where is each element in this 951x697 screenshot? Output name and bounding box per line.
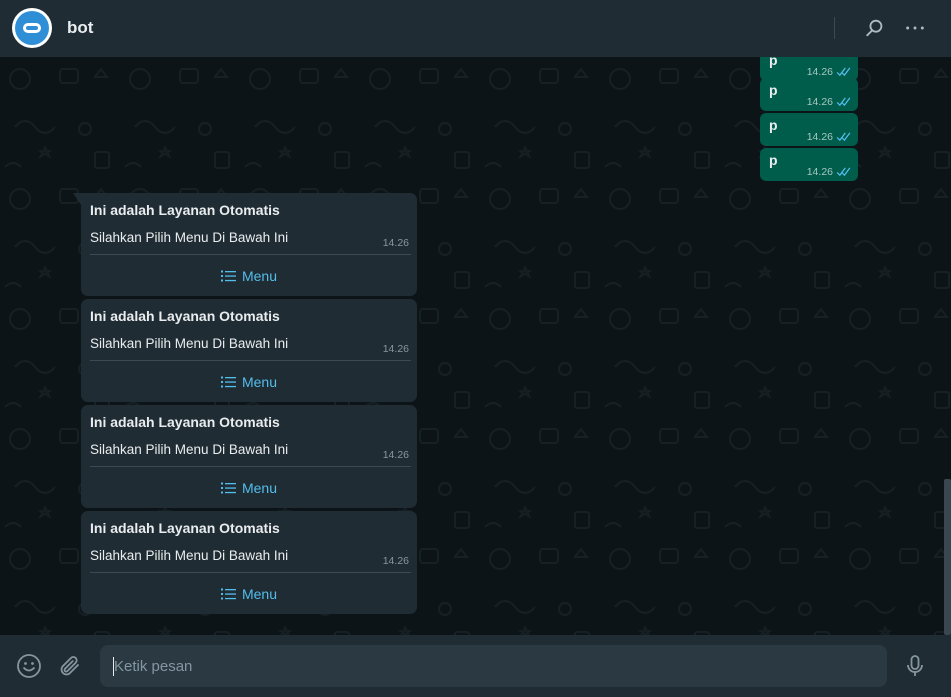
paperclip-icon <box>60 656 79 676</box>
scrollbar[interactable] <box>944 479 951 635</box>
list-icon <box>220 376 236 387</box>
message-time: 14.26 <box>806 66 833 78</box>
menu-list-button[interactable]: Menu <box>81 467 417 508</box>
message-time: 14.26 <box>382 343 409 355</box>
list-icon <box>220 482 236 493</box>
menu-label: Menu <box>241 373 278 390</box>
message-text: p <box>769 57 778 68</box>
menu-list-button[interactable]: Menu <box>81 361 417 402</box>
message-text: Silahkan Pilih Menu Di Bawah Ini <box>90 336 289 351</box>
menu-label: Menu <box>241 479 278 496</box>
chat-header: bot <box>0 0 951 57</box>
attach-button[interactable] <box>56 652 84 680</box>
search-button[interactable] <box>861 14 889 42</box>
read-double-check-icon <box>836 97 851 107</box>
message-time: 14.26 <box>806 131 833 143</box>
incoming-message[interactable]: Ini adalah Layanan Otomatis Silahkan Pil… <box>81 511 417 614</box>
avatar[interactable] <box>12 8 52 48</box>
incoming-message[interactable]: Ini adalah Layanan Otomatis Silahkan Pil… <box>81 299 417 402</box>
microphone-icon <box>907 655 923 676</box>
emoji-icon <box>17 654 41 678</box>
list-icon <box>220 588 236 599</box>
more-options-button[interactable] <box>901 14 929 42</box>
message-title: Ini adalah Layanan Otomatis <box>90 414 280 430</box>
menu-label: Menu <box>241 585 278 602</box>
message-text: Silahkan Pilih Menu Di Bawah Ini <box>90 548 289 563</box>
text-caret <box>113 657 114 676</box>
search-icon <box>866 19 883 37</box>
outgoing-message[interactable]: p 14.26 <box>760 78 858 111</box>
composer-bar <box>0 635 951 697</box>
message-time: 14.26 <box>806 166 833 178</box>
outgoing-message[interactable]: p 14.26 <box>760 113 858 146</box>
message-time: 14.26 <box>382 237 409 249</box>
emoji-button[interactable] <box>15 652 43 680</box>
menu-label: Menu <box>241 267 278 284</box>
message-text: Silahkan Pilih Menu Di Bawah Ini <box>90 230 289 245</box>
message-title: Ini adalah Layanan Otomatis <box>90 202 280 218</box>
bubble-tail <box>73 193 81 205</box>
incoming-message[interactable]: Ini adalah Layanan Otomatis Silahkan Pil… <box>81 405 417 508</box>
outgoing-message[interactable]: p 14.26 <box>760 148 858 181</box>
menu-list-button[interactable]: Menu <box>81 255 417 296</box>
message-time: 14.26 <box>806 96 833 108</box>
menu-list-button[interactable]: Menu <box>81 573 417 614</box>
message-time: 14.26 <box>382 449 409 461</box>
voice-message-button[interactable] <box>901 652 929 680</box>
message-title: Ini adalah Layanan Otomatis <box>90 308 280 324</box>
robot-face-icon <box>15 11 49 45</box>
message-input[interactable] <box>100 645 887 687</box>
header-divider <box>834 17 835 39</box>
list-icon <box>220 270 236 281</box>
incoming-message[interactable]: Ini adalah Layanan Otomatis Silahkan Pil… <box>73 193 417 296</box>
message-list[interactable]: p 14.26 p 14.26 p 14.26 p 14.26 Ini adal… <box>0 57 951 635</box>
message-text: Silahkan Pilih Menu Di Bawah Ini <box>90 442 289 457</box>
read-double-check-icon <box>836 132 851 142</box>
read-double-check-icon <box>836 67 851 77</box>
message-text: p <box>769 82 778 98</box>
message-text: p <box>769 152 778 168</box>
read-double-check-icon <box>836 167 851 177</box>
more-options-icon <box>906 26 924 30</box>
message-title: Ini adalah Layanan Otomatis <box>90 520 280 536</box>
message-time: 14.26 <box>382 555 409 567</box>
message-text: p <box>769 117 778 133</box>
contact-name[interactable]: bot <box>67 18 93 38</box>
